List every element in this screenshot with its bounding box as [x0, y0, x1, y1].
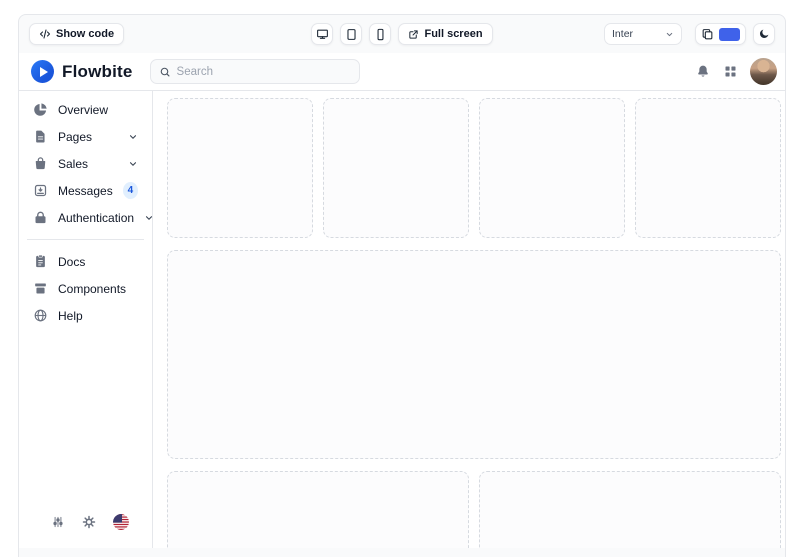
adjustments-button[interactable]	[51, 515, 65, 529]
preview-toolbar: Show code	[19, 15, 785, 53]
flowbite-logo-icon[interactable]	[31, 60, 54, 83]
sidebar-item-label: Messages	[58, 184, 113, 198]
full-screen-label: Full screen	[424, 28, 482, 40]
sidebar-item-components[interactable]: Components	[25, 275, 146, 302]
sidebar-item-messages[interactable]: Messages 4	[25, 177, 146, 204]
user-avatar[interactable]	[750, 58, 777, 85]
sidebar-item-pages[interactable]: Pages	[25, 123, 146, 150]
messages-count-badge: 4	[123, 182, 138, 199]
sidebar-item-sales[interactable]: Sales	[25, 150, 146, 177]
sidebar: Overview Pages Sales	[19, 91, 153, 548]
sidebar-item-label: Overview	[58, 103, 108, 117]
placeholder-box	[479, 98, 625, 238]
mobile-view-button[interactable]	[369, 23, 391, 45]
preview-frame: Show code	[18, 14, 786, 557]
bell-icon	[695, 64, 711, 80]
collection-icon	[33, 281, 48, 296]
apps-button[interactable]	[723, 64, 738, 79]
placeholder-grid	[167, 98, 781, 548]
sidebar-item-label: Sales	[58, 157, 88, 171]
chevron-down-icon	[665, 30, 674, 39]
shopping-bag-icon	[33, 156, 48, 171]
show-code-button[interactable]: Show code	[29, 23, 124, 45]
language-button[interactable]	[113, 514, 129, 530]
font-family-value: Inter	[612, 28, 633, 40]
sidebar-item-label: Docs	[58, 255, 85, 269]
chevron-down-icon	[128, 159, 138, 169]
color-theme-button[interactable]	[695, 23, 746, 45]
app-header: Flowbite	[19, 53, 785, 91]
search-input[interactable]	[177, 66, 351, 78]
desktop-icon	[316, 28, 329, 41]
sidebar-footer	[25, 514, 146, 530]
mobile-icon	[374, 28, 387, 41]
placeholder-box-wide	[167, 250, 781, 459]
show-code-label: Show code	[56, 28, 114, 40]
sidebar-item-help[interactable]: Help	[25, 302, 146, 329]
sidebar-item-overview[interactable]: Overview	[25, 96, 146, 123]
swatchbook-icon	[701, 28, 714, 41]
chevron-down-icon	[128, 132, 138, 142]
sidebar-item-label: Authentication	[58, 211, 134, 225]
moon-icon	[758, 28, 770, 40]
clipboard-icon	[33, 254, 48, 269]
color-swatch	[719, 28, 740, 41]
notifications-button[interactable]	[695, 64, 711, 80]
lock-icon	[33, 210, 48, 225]
us-flag-icon	[113, 514, 129, 530]
sidebar-item-label: Pages	[58, 130, 92, 144]
font-family-select[interactable]: Inter	[604, 23, 682, 45]
sidebar-item-docs[interactable]: Docs	[25, 248, 146, 275]
placeholder-box	[323, 98, 469, 238]
external-link-icon	[408, 29, 419, 40]
adjustments-icon	[51, 515, 65, 529]
placeholder-box	[167, 98, 313, 238]
globe-icon	[33, 308, 48, 323]
desktop-view-button[interactable]	[311, 23, 333, 45]
document-icon	[33, 129, 48, 144]
inbox-arrow-icon	[33, 183, 48, 198]
sidebar-item-label: Help	[58, 309, 83, 323]
settings-button[interactable]	[82, 515, 96, 529]
main-content	[153, 91, 785, 548]
brand-name: Flowbite	[62, 62, 133, 82]
dashboard-preview: Flowbite	[19, 53, 785, 548]
tablet-icon	[345, 28, 358, 41]
apps-grid-icon	[723, 64, 738, 79]
search-box[interactable]	[150, 59, 360, 84]
tablet-view-button[interactable]	[340, 23, 362, 45]
gear-icon	[82, 515, 96, 529]
code-icon	[39, 28, 51, 40]
sidebar-divider	[27, 239, 144, 240]
search-icon	[159, 66, 171, 78]
dark-mode-button[interactable]	[753, 23, 775, 45]
sidebar-item-authentication[interactable]: Authentication	[25, 204, 146, 231]
placeholder-box-half	[479, 471, 781, 548]
full-screen-button[interactable]: Full screen	[398, 23, 492, 45]
sidebar-item-label: Components	[58, 282, 126, 296]
placeholder-box	[635, 98, 781, 238]
placeholder-box-half	[167, 471, 469, 548]
pie-chart-icon	[33, 102, 48, 117]
